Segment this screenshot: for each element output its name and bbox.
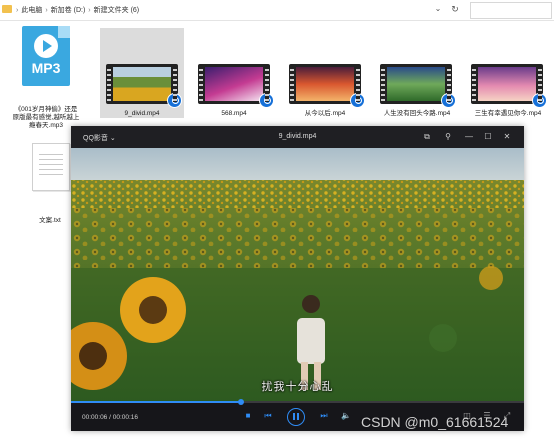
- pause-button[interactable]: [287, 408, 305, 426]
- video-thumbnail: [106, 64, 182, 108]
- file-item-mp3[interactable]: MP3 《001岁月神偷》还是原版最有感觉,越听越上瘾春天.mp3: [12, 26, 80, 138]
- minimize-button[interactable]: —: [463, 131, 475, 143]
- close-button[interactable]: ✕: [501, 131, 513, 143]
- pin-icon[interactable]: ⚲: [442, 131, 454, 143]
- previous-icon[interactable]: ⏮: [262, 410, 274, 422]
- breadcrumb-item-this-pc[interactable]: 此电脑: [21, 5, 42, 15]
- volume-icon[interactable]: 🔈: [340, 410, 352, 422]
- player-file-title: 9_divid.mp4: [278, 133, 317, 140]
- watermark: CSDN @m0_61661524: [361, 414, 509, 430]
- file-name: 从今以后.mp4: [304, 110, 346, 117]
- breadcrumb: › 此电脑 › 新加卷 (D:) › 新建文件夹 (6): [16, 5, 139, 15]
- refresh-icon[interactable]: ↻: [449, 3, 461, 15]
- video-thumbnail: [289, 64, 365, 108]
- file-name: 568.mp4: [221, 110, 247, 117]
- video-player-window[interactable]: QQ影音 ⌄ 9_divid.mp4 ⧉ ⚲ — ☐ ✕ 扰我十分心乱 00:0…: [71, 126, 524, 431]
- address-bar[interactable]: › 此电脑 › 新加卷 (D:) › 新建文件夹 (6) ⌄ ↻: [0, 0, 554, 21]
- mp3-label: MP3: [31, 60, 61, 76]
- qq-player-icon: [532, 93, 547, 108]
- file-name: 人生没有回头今路.mp4: [383, 110, 451, 117]
- maximize-button[interactable]: ☐: [482, 131, 494, 143]
- chevron-right-icon: ›: [16, 6, 19, 14]
- video-thumbnail: [198, 64, 274, 108]
- file-item-video[interactable]: 568.mp4: [192, 28, 276, 120]
- chevron-right-icon: ›: [88, 6, 91, 14]
- qq-player-icon: [441, 93, 456, 108]
- folder-icon: [2, 5, 12, 13]
- chevron-right-icon: ›: [45, 6, 48, 14]
- stop-icon[interactable]: ■: [242, 410, 254, 422]
- video-subtitle: 扰我十分心乱: [261, 381, 334, 393]
- breadcrumb-item-folder[interactable]: 新建文件夹 (6): [94, 5, 140, 15]
- file-item-video[interactable]: 从今以后.mp4: [283, 28, 367, 120]
- next-icon[interactable]: ⏭: [318, 410, 330, 422]
- text-file-icon: [32, 143, 70, 191]
- video-thumbnail: [380, 64, 456, 108]
- search-input[interactable]: [470, 2, 552, 19]
- file-name: 《001岁月神偷》还是原版最有感觉,越听越上瘾春天.mp3: [12, 106, 80, 129]
- file-item-video[interactable]: 人生没有回头今路.mp4: [374, 28, 460, 120]
- player-title-bar[interactable]: QQ影音 ⌄ 9_divid.mp4 ⧉ ⚲ — ☐ ✕: [71, 126, 524, 148]
- file-item-video[interactable]: 三生有幸遇见你今.mp4: [465, 28, 551, 120]
- file-item-video[interactable]: 9_divid.mp4: [100, 28, 184, 120]
- screenshot-icon[interactable]: ⧉: [421, 131, 433, 143]
- file-name: 9_divid.mp4: [124, 110, 160, 117]
- sunflower-field-image: [71, 148, 524, 401]
- breadcrumb-item-drive[interactable]: 新加卷 (D:): [51, 5, 86, 15]
- mp3-file-icon: MP3: [22, 26, 70, 86]
- qq-player-icon: [350, 93, 365, 108]
- progress-handle[interactable]: [237, 399, 244, 405]
- progress-bar[interactable]: [71, 399, 524, 405]
- video-thumbnail: [471, 64, 547, 108]
- chevron-down-icon[interactable]: ⌄: [432, 3, 444, 15]
- qq-player-icon: [259, 93, 274, 108]
- qq-player-icon: [167, 93, 182, 108]
- file-name: 三生有幸遇见你今.mp4: [474, 110, 542, 117]
- video-frame[interactable]: 扰我十分心乱: [71, 148, 524, 401]
- play-icon: [34, 34, 58, 58]
- time-display: 00:00:06 / 00:00:16: [82, 414, 139, 421]
- progress-fill: [71, 401, 241, 403]
